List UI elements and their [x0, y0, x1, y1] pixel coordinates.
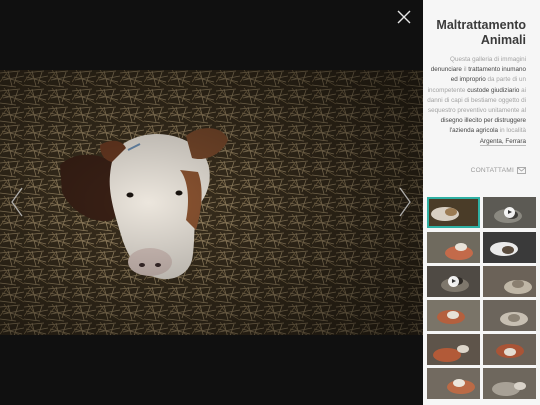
contact-link[interactable]: CONTATTAMI — [471, 167, 526, 174]
thumbnail-sheep-in-straw[interactable] — [483, 266, 536, 297]
description-emphasis: custode giudiziario — [467, 86, 520, 94]
contact-label: CONTATTAMI — [470, 167, 514, 174]
play-icon — [448, 276, 459, 287]
thumbnail-sheep-pen[interactable] — [483, 300, 536, 331]
play-icon — [504, 207, 515, 218]
thumbnail-cows-in-barn[interactable] — [483, 232, 536, 263]
thumbnail-dead-cow-field[interactable] — [427, 232, 480, 263]
description-text: Questa galleria di immagini — [450, 56, 526, 63]
description-text: in località — [497, 127, 526, 135]
thumbnail-cow-ground[interactable] — [427, 368, 480, 399]
gallery-description: Questa galleria di immagini denunciare i… — [426, 55, 526, 147]
gallery-title-line2: Animali — [480, 33, 526, 47]
thumbnail-barn-video[interactable] — [483, 197, 536, 228]
thumbnail-calf-in-straw[interactable] — [427, 197, 480, 228]
envelope-icon — [517, 167, 526, 174]
description-emphasis: denunciare — [430, 66, 462, 74]
close-icon — [397, 10, 411, 24]
thumbnail-cow-ground-2[interactable] — [483, 368, 536, 399]
lightbox-viewer — [0, 0, 423, 405]
thumbnail-cow-carcass[interactable] — [427, 334, 480, 365]
gallery-title-line1: Maltrattamento — [436, 18, 526, 32]
next-image-button[interactable] — [397, 186, 413, 218]
location-link[interactable]: Argenta, Ferrara — [479, 137, 526, 146]
chevron-right-icon — [399, 187, 411, 217]
thumbnail-cow-carcass-2[interactable] — [483, 334, 536, 365]
gallery-title: Maltrattamento Animali — [426, 18, 526, 48]
thumbnail-cow-lying-field[interactable] — [427, 300, 480, 331]
previous-image-button[interactable] — [9, 186, 25, 218]
close-button[interactable] — [396, 9, 412, 25]
thumbnail-barn-video-2[interactable] — [427, 266, 480, 297]
chevron-left-icon — [11, 187, 23, 217]
thumbnail-grid — [427, 197, 537, 405]
main-image — [0, 70, 423, 335]
